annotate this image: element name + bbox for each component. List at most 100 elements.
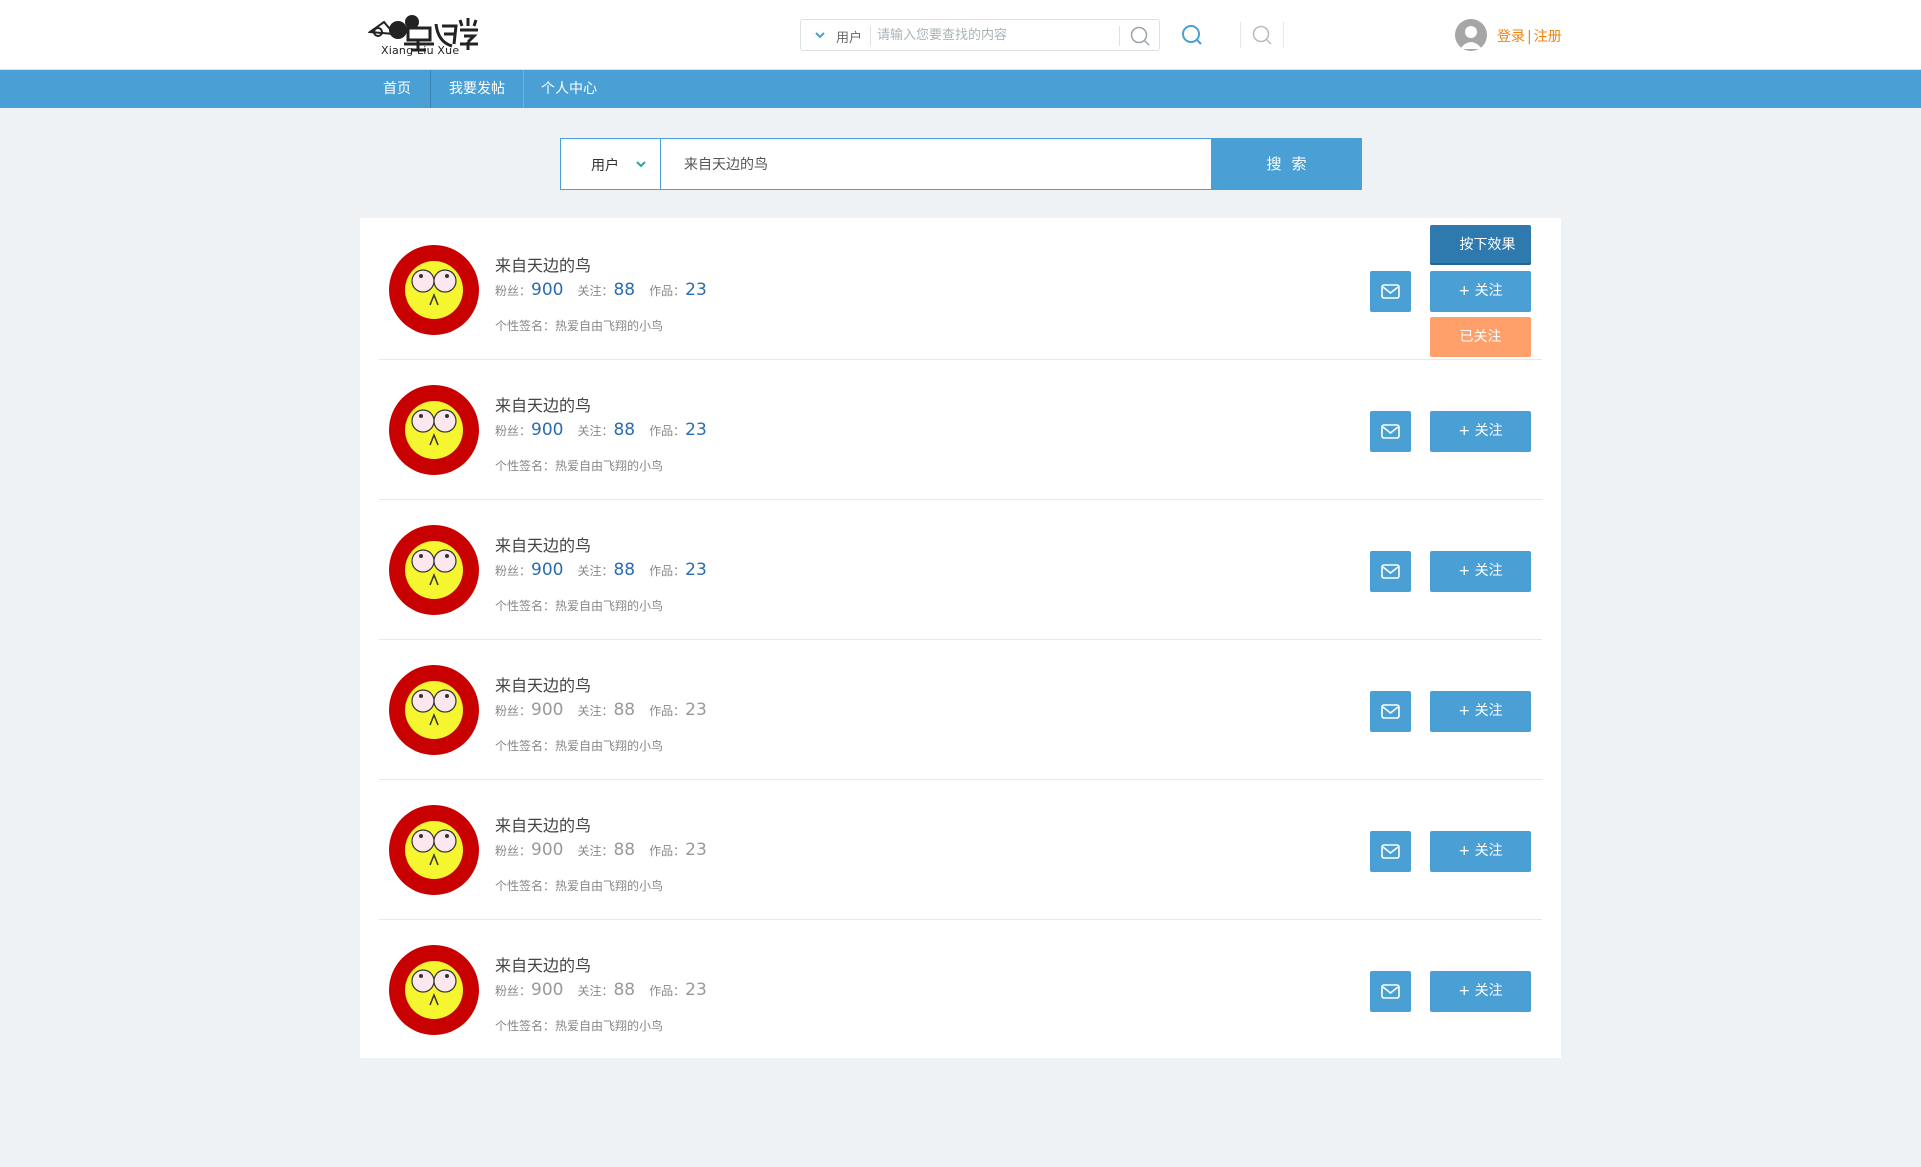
follows-label: 关注： — [577, 424, 614, 438]
user-name[interactable]: 来自天边的鸟 — [495, 392, 591, 416]
fans-label: 粉丝： — [495, 564, 532, 578]
login-link[interactable]: 登录 — [1497, 29, 1525, 45]
follows-label: 关注： — [577, 704, 614, 718]
search-toggle[interactable] — [1240, 22, 1284, 48]
chevron-down-icon — [636, 161, 646, 168]
works-label: 作品： — [649, 984, 686, 998]
works-count: 23 — [685, 280, 707, 300]
nav-item-home[interactable]: 首页 — [366, 70, 428, 108]
follow-button[interactable]: + 关注 — [1430, 271, 1531, 312]
user-result-row: 来自天边的鸟 粉丝：900 关注：88 作品：23 个性签名：热爱自由飞翔的小鸟 +… — [379, 640, 1542, 780]
follows-label: 关注： — [577, 844, 614, 858]
fans-count: 900 — [531, 560, 564, 580]
main-search-bar: 用户 搜索 — [560, 138, 1362, 190]
follows-count: 88 — [613, 700, 636, 720]
auth-links: 登录 | 注册 — [1497, 26, 1562, 46]
nav-item-profile[interactable]: 个人中心 — [528, 70, 610, 108]
follow-button[interactable]: + 关注 — [1430, 971, 1531, 1012]
user-signature: 个性签名：热爱自由飞翔的小鸟 — [495, 739, 664, 753]
fans-count: 900 — [531, 700, 564, 720]
user-name[interactable]: 来自天边的鸟 — [495, 672, 591, 696]
user-name[interactable]: 来自天边的鸟 — [495, 812, 591, 836]
pressed-effect-button[interactable]: 按下效果 — [1430, 225, 1531, 265]
fans-count: 900 — [531, 840, 564, 860]
message-button[interactable] — [1370, 831, 1411, 872]
logo-subtitle: Xiang Liu Xue — [381, 44, 460, 57]
message-button[interactable] — [1370, 551, 1411, 592]
search-icon — [1252, 25, 1272, 45]
fans-label: 粉丝： — [495, 984, 532, 998]
search-type-label: 用户 — [591, 158, 619, 174]
results-panel: 来自天边的鸟 粉丝：900 关注：88 作品：23 个性签名：热爱自由飞翔的小鸟 +… — [360, 218, 1561, 1058]
emoji-face-icon[interactable] — [389, 805, 479, 895]
mail-icon — [1381, 284, 1400, 299]
top-header: Xiang Liu Xue 用户 登录|注册 — [0, 0, 1921, 70]
fans-count: 900 — [531, 280, 564, 300]
user-result-row: 来自天边的鸟 粉丝：900 关注：88 作品：23 个性签名：热爱自由飞翔的小鸟 +… — [379, 360, 1542, 500]
user-stats: 粉丝：900 关注：88 作品：23 — [495, 560, 707, 580]
works-label: 作品： — [649, 844, 686, 858]
follow-button[interactable]: + 关注 — [1430, 411, 1531, 452]
user-signature: 个性签名：热爱自由飞翔的小鸟 — [495, 459, 664, 473]
main-nav: 首页 我要发帖 个人中心 — [0, 70, 1921, 108]
emoji-face-icon[interactable] — [389, 525, 479, 615]
follows-count: 88 — [613, 420, 636, 440]
user-signature: 个性签名：热爱自由飞翔的小鸟 — [495, 599, 664, 613]
search-type-select[interactable]: 用户 — [561, 139, 661, 189]
auth-separator: | — [1527, 29, 1532, 45]
follow-button[interactable]: + 关注 — [1430, 831, 1531, 872]
mail-icon — [1381, 844, 1400, 859]
user-name[interactable]: 来自天边的鸟 — [495, 252, 591, 276]
followed-button[interactable]: 已关注 — [1430, 317, 1531, 357]
user-stats: 粉丝：900 关注：88 作品：23 — [495, 700, 707, 720]
user-stats: 粉丝：900 关注：88 作品：23 — [495, 280, 707, 300]
follow-button[interactable]: + 关注 — [1430, 551, 1531, 592]
message-button[interactable] — [1370, 271, 1411, 312]
user-signature: 个性签名：热爱自由飞翔的小鸟 — [495, 1019, 664, 1033]
user-signature: 个性签名：热爱自由飞翔的小鸟 — [495, 879, 664, 893]
user-name[interactable]: 来自天边的鸟 — [495, 952, 591, 976]
follow-button[interactable]: + 关注 — [1430, 691, 1531, 732]
fans-count: 900 — [531, 420, 564, 440]
mail-icon — [1381, 564, 1400, 579]
user-stats: 粉丝：900 关注：88 作品：23 — [495, 840, 707, 860]
emoji-face-icon[interactable] — [389, 945, 479, 1035]
message-button[interactable] — [1370, 691, 1411, 732]
header-search: 用户 — [800, 19, 1160, 51]
fans-label: 粉丝： — [495, 284, 532, 298]
search-input[interactable] — [662, 139, 1210, 189]
user-result-row: 来自天边的鸟 粉丝：900 关注：88 作品：23 个性签名：热爱自由飞翔的小鸟 +… — [379, 500, 1542, 640]
divider — [870, 26, 871, 46]
user-avatar-icon[interactable] — [1455, 19, 1487, 51]
user-name[interactable]: 来自天边的鸟 — [495, 532, 591, 556]
works-count: 23 — [685, 840, 707, 860]
nav-item-post[interactable]: 我要发帖 — [430, 70, 524, 108]
register-link[interactable]: 注册 — [1534, 29, 1562, 45]
works-label: 作品： — [649, 424, 686, 438]
works-label: 作品： — [649, 564, 686, 578]
search-icon[interactable] — [1129, 25, 1151, 47]
user-stats: 粉丝：900 关注：88 作品：23 — [495, 420, 707, 440]
search-button[interactable]: 搜索 — [1211, 138, 1362, 190]
follows-label: 关注： — [577, 284, 614, 298]
fans-label: 粉丝： — [495, 844, 532, 858]
header-search-input[interactable] — [877, 24, 1117, 46]
emoji-face-icon[interactable] — [389, 245, 479, 335]
user-result-row: 来自天边的鸟 粉丝：900 关注：88 作品：23 个性签名：热爱自由飞翔的小鸟 +… — [379, 780, 1542, 920]
follows-label: 关注： — [577, 564, 614, 578]
header-search-type[interactable]: 用户 — [836, 27, 862, 46]
user-result-row: 来自天边的鸟 粉丝：900 关注：88 作品：23 个性签名：热爱自由飞翔的小鸟 +… — [379, 220, 1542, 360]
works-count: 23 — [685, 980, 707, 1000]
chevron-down-icon[interactable] — [813, 28, 827, 42]
follows-count: 88 — [613, 560, 636, 580]
emoji-face-icon[interactable] — [389, 665, 479, 755]
divider — [1119, 26, 1120, 46]
fans-label: 粉丝： — [495, 424, 532, 438]
works-label: 作品： — [649, 284, 686, 298]
follows-label: 关注： — [577, 984, 614, 998]
message-button[interactable] — [1370, 971, 1411, 1012]
search-icon[interactable] — [1180, 23, 1204, 47]
user-signature: 个性签名：热爱自由飞翔的小鸟 — [495, 319, 664, 333]
message-button[interactable] — [1370, 411, 1411, 452]
emoji-face-icon[interactable] — [389, 385, 479, 475]
